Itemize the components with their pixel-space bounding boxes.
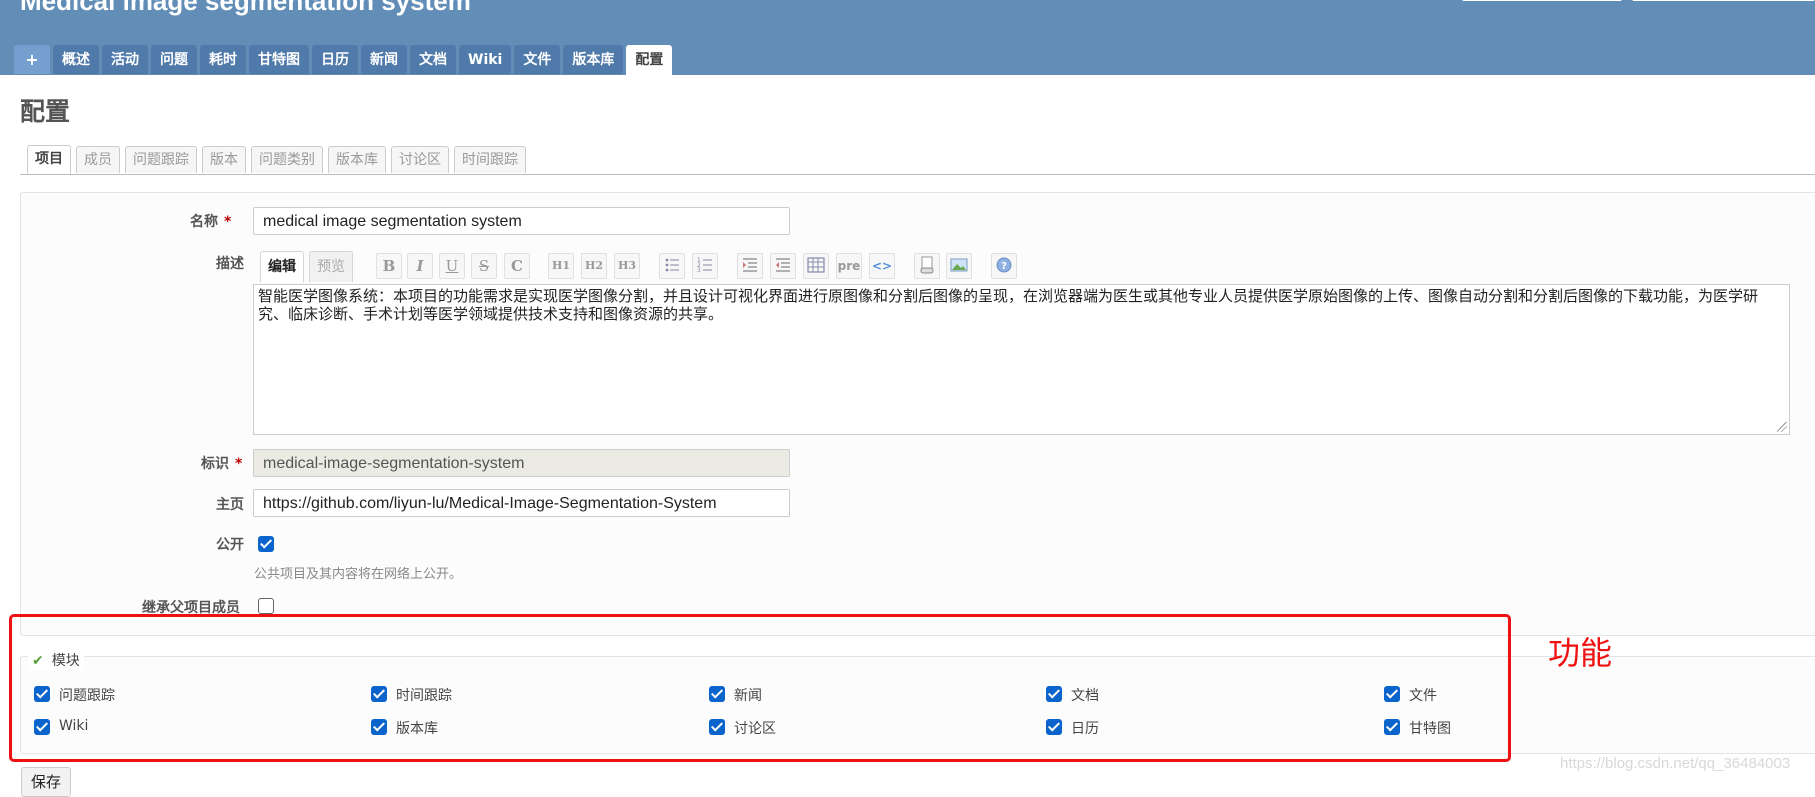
module-issue-tracking-checkbox[interactable] bbox=[34, 686, 50, 702]
tab-preview[interactable]: 预览 bbox=[309, 251, 353, 282]
resize-handle-icon[interactable] bbox=[1777, 422, 1787, 432]
wiki-link-icon[interactable] bbox=[914, 253, 940, 279]
menu-tab-repository[interactable]: 版本库 bbox=[563, 45, 624, 74]
menu-tab-overview[interactable]: 概述 bbox=[53, 45, 99, 74]
heading1-button[interactable]: H1 bbox=[548, 253, 574, 279]
tab-project[interactable]: 项目 bbox=[27, 145, 71, 174]
image-icon[interactable] bbox=[946, 253, 972, 279]
editor-tabs: 编辑 预览 bbox=[260, 251, 353, 282]
numbered-list-icon[interactable]: 123 bbox=[692, 253, 718, 279]
menu-tab-documents[interactable]: 文档 bbox=[410, 45, 456, 74]
tab-edit[interactable]: 编辑 bbox=[260, 251, 304, 282]
header-project-jump[interactable] bbox=[1632, 0, 1815, 1]
bold-button[interactable]: B bbox=[376, 253, 402, 279]
module-news-checkbox[interactable] bbox=[709, 686, 725, 702]
module-label: 问题跟踪 bbox=[59, 688, 115, 704]
menu-tab-files[interactable]: 文件 bbox=[514, 45, 561, 74]
module-label: 时间跟踪 bbox=[396, 688, 452, 704]
description-textarea[interactable]: 智能医学图像系统：本项目的功能需求是实现医学图像分割，并且设计可视化界面进行原图… bbox=[253, 284, 1790, 435]
identifier-field[interactable]: medical-image-segmentation-system bbox=[253, 449, 790, 477]
menu-tab-issues[interactable]: 问题 bbox=[151, 45, 197, 74]
public-checkbox[interactable] bbox=[258, 536, 274, 552]
name-field[interactable]: medical image segmentation system bbox=[253, 207, 790, 235]
code-button[interactable]: C bbox=[504, 253, 530, 279]
module-time-tracking-checkbox[interactable] bbox=[371, 686, 387, 702]
svg-text:?: ? bbox=[1001, 261, 1007, 272]
unquote-icon[interactable] bbox=[770, 253, 796, 279]
watermark: https://blog.csdn.net/qq_36484003 bbox=[1560, 755, 1791, 772]
new-object-button[interactable]: + bbox=[14, 45, 50, 74]
inherit-members-checkbox[interactable] bbox=[258, 598, 274, 614]
help-icon[interactable]: ? bbox=[991, 253, 1017, 279]
public-label: 公开 bbox=[216, 537, 244, 553]
strikethrough-button[interactable]: S bbox=[471, 253, 497, 279]
name-label: 名称 * bbox=[190, 214, 232, 230]
module-label: 文档 bbox=[1071, 688, 1099, 704]
module-gantt-checkbox[interactable] bbox=[1384, 719, 1400, 735]
module-label: 版本库 bbox=[396, 721, 438, 737]
menu-tab-activity[interactable]: 活动 bbox=[102, 45, 148, 74]
tab-versions[interactable]: 版本 bbox=[202, 146, 246, 173]
modules-fieldset bbox=[20, 656, 1815, 754]
modules-legend: ✔ 模块 bbox=[28, 650, 84, 670]
description-label: 描述 bbox=[216, 256, 244, 272]
menu-tab-calendar[interactable]: 日历 bbox=[312, 45, 358, 74]
pre-button[interactable]: pre bbox=[836, 253, 862, 279]
tab-issue-categories[interactable]: 问题类别 bbox=[251, 146, 323, 173]
module-label: 讨论区 bbox=[734, 721, 776, 737]
page-title: 配置 bbox=[20, 97, 71, 126]
bulleted-list-icon[interactable] bbox=[659, 253, 685, 279]
module-label: 文件 bbox=[1409, 688, 1437, 704]
module-wiki-checkbox[interactable] bbox=[34, 719, 50, 735]
tab-issue-tracking[interactable]: 问题跟踪 bbox=[125, 146, 197, 173]
menu-tab-wiki[interactable]: Wiki bbox=[459, 45, 512, 74]
identifier-label: 标识 * bbox=[201, 456, 243, 472]
module-label: 甘特图 bbox=[1409, 721, 1451, 737]
module-label: 日历 bbox=[1071, 721, 1099, 737]
check-icon: ✔ bbox=[32, 653, 44, 669]
italic-button[interactable]: I bbox=[407, 253, 433, 279]
tab-repositories[interactable]: 版本库 bbox=[328, 146, 386, 173]
heading3-button[interactable]: H3 bbox=[614, 253, 640, 279]
main-menu: + 概述 活动 问题 耗时 甘特图 日历 新闻 文档 Wiki 文件 版本库 配… bbox=[14, 45, 673, 75]
homepage-field[interactable]: https://github.com/liyun-lu/Medical-Imag… bbox=[253, 489, 790, 517]
tabs-divider bbox=[20, 174, 1815, 175]
blockquote-icon[interactable] bbox=[737, 253, 763, 279]
module-label: Wiki bbox=[59, 718, 89, 734]
homepage-label: 主页 bbox=[216, 497, 244, 513]
heading2-button[interactable]: H2 bbox=[581, 253, 607, 279]
table-icon[interactable] bbox=[803, 253, 829, 279]
top-header: Medical image segmentation system + 概述 活… bbox=[0, 0, 1815, 75]
module-files-checkbox[interactable] bbox=[1384, 686, 1400, 702]
module-calendar-checkbox[interactable] bbox=[1046, 719, 1062, 735]
menu-tab-gantt[interactable]: 甘特图 bbox=[249, 45, 309, 74]
menu-tab-news[interactable]: 新闻 bbox=[361, 45, 407, 74]
menu-tab-time-entries[interactable]: 耗时 bbox=[200, 45, 246, 74]
module-documents-checkbox[interactable] bbox=[1046, 686, 1062, 702]
tab-time-tracking[interactable]: 时间跟踪 bbox=[454, 146, 526, 173]
menu-tab-settings[interactable]: 配置 bbox=[626, 45, 673, 75]
annotation-label: 功能 bbox=[1548, 634, 1613, 672]
underline-button[interactable]: U bbox=[439, 253, 465, 279]
module-label: 新闻 bbox=[734, 688, 762, 704]
tab-boards[interactable]: 讨论区 bbox=[391, 146, 449, 173]
inherit-members-label: 继承父项目成员 bbox=[142, 600, 240, 616]
module-repository-checkbox[interactable] bbox=[371, 719, 387, 735]
svg-text:3: 3 bbox=[697, 267, 701, 274]
settings-tabs: 项目 成员 问题跟踪 版本 问题类别 版本库 讨论区 时间跟踪 bbox=[27, 145, 526, 174]
save-button[interactable]: 保存 bbox=[21, 767, 71, 797]
module-boards-checkbox[interactable] bbox=[709, 719, 725, 735]
project-title: Medical image segmentation system bbox=[20, 0, 471, 16]
inline-code-button[interactable]: <> bbox=[869, 253, 895, 279]
description-text: 智能医学图像系统：本项目的功能需求是实现医学图像分割，并且设计可视化界面进行原图… bbox=[258, 287, 1759, 323]
header-search-input[interactable] bbox=[1462, 0, 1622, 1]
public-hint: 公共项目及其内容将在网络上公开。 bbox=[254, 567, 463, 582]
tab-members[interactable]: 成员 bbox=[76, 146, 120, 173]
